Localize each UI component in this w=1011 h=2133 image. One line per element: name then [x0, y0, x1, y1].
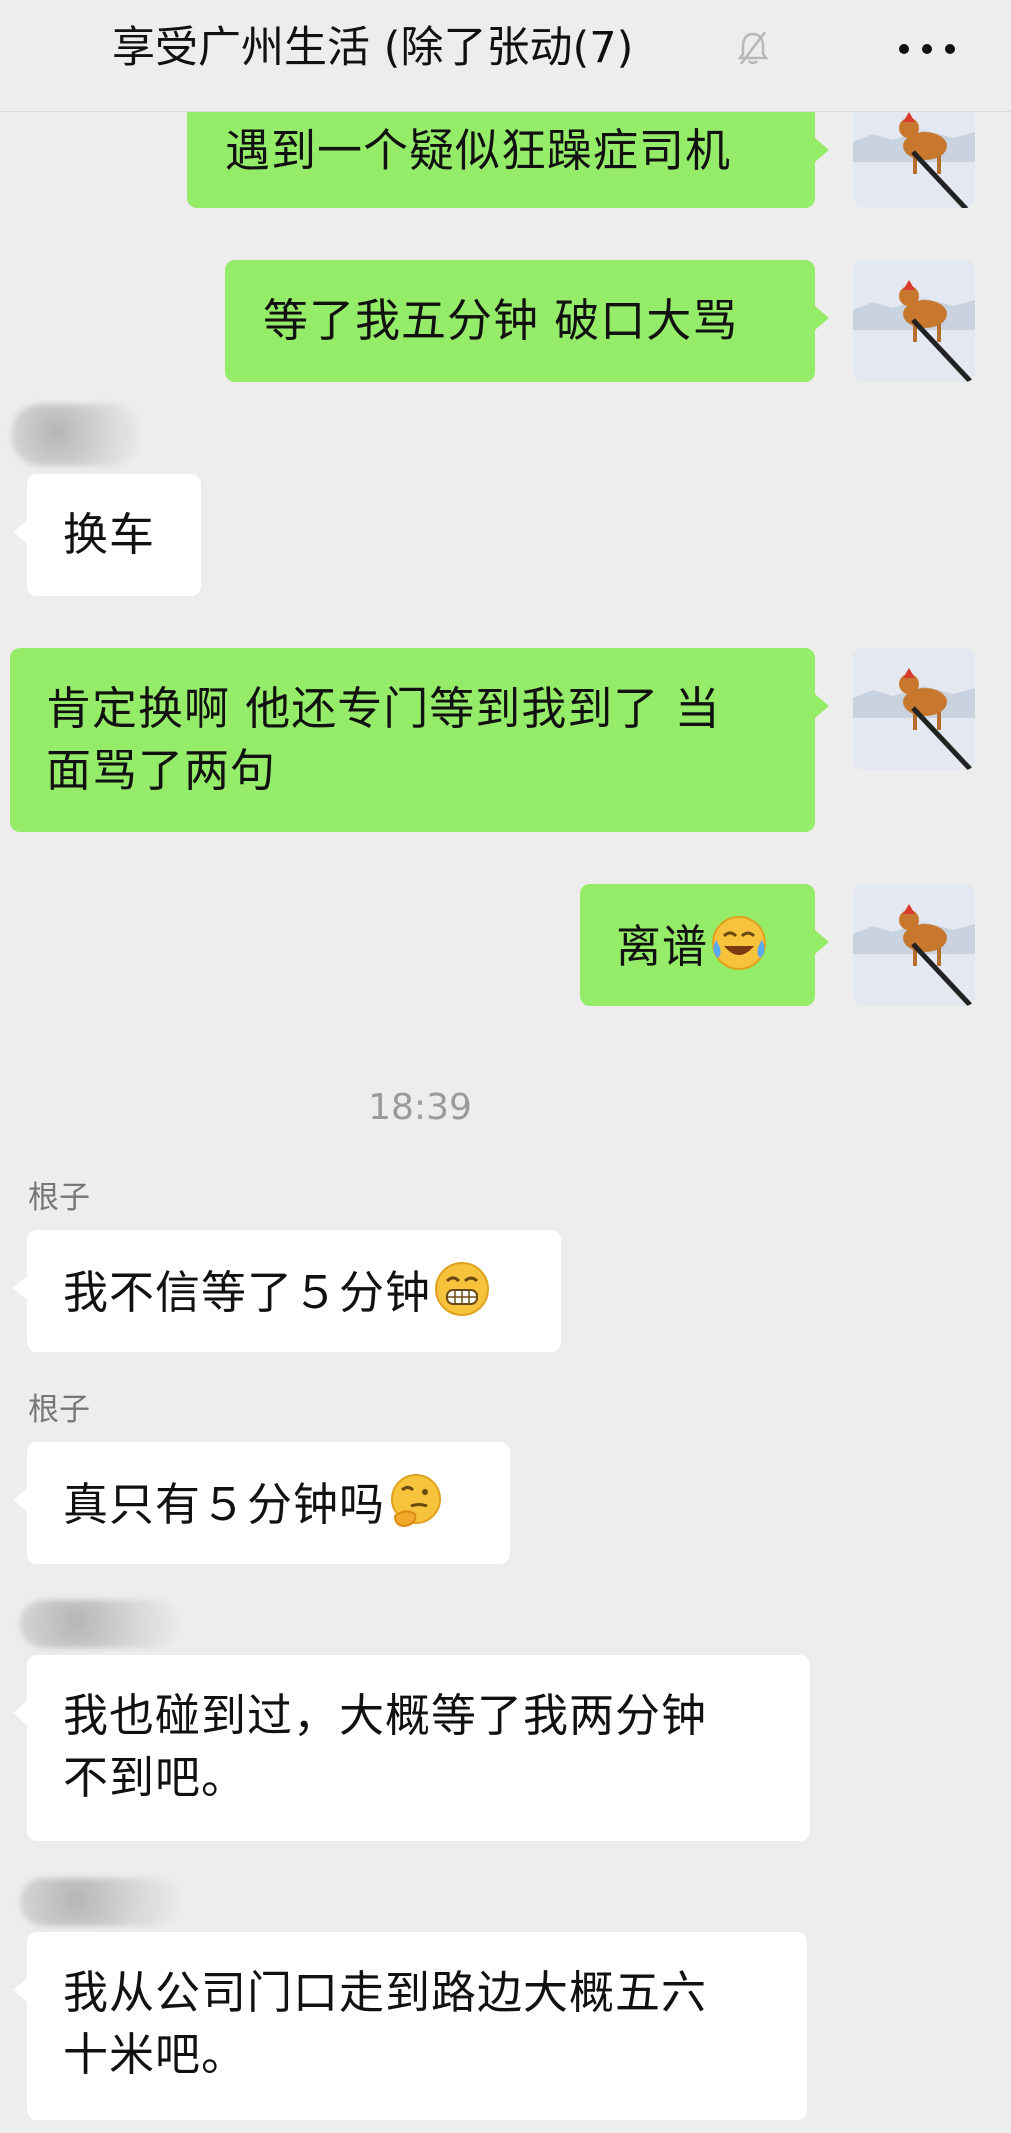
message-bubble-outgoing[interactable]: 肯定换啊 他还专门等到我到了 当 面骂了两句 [10, 648, 829, 832]
chat-window: 享受广州生活 (除了张动(7) 遇到一个疑似狂躁症司机 等了我五分钟 破口大骂 … [0, 0, 1011, 2133]
message-text: 等了我五分钟 破口大骂 [263, 294, 739, 347]
message-text: 离谱 [616, 914, 815, 978]
message-bubble-incoming[interactable]: 我不信等了５分钟 [13, 1230, 561, 1352]
message-text: 肯定换啊 他还专门等到我到了 当 面骂了两句 [46, 682, 721, 797]
grinning-emoji [435, 1262, 490, 1316]
message-text: 我不信等了５分钟 [63, 1260, 561, 1324]
message-bubble-incoming[interactable]: 真只有５分钟吗 [13, 1442, 510, 1564]
sender-name: 根子 [28, 1180, 90, 1216]
self-avatar[interactable] [853, 884, 975, 1006]
message-text: 我从公司门口走到路边大概五六 十米吧。 [63, 1966, 708, 2081]
more-options-button[interactable] [893, 22, 965, 74]
message-text: 我也碰到过，大概等了我两分钟 不到吧。 [63, 1689, 708, 1804]
sender-name-blurred [20, 1878, 180, 1926]
message-timestamp: 18:39 [368, 1087, 472, 1128]
message-text-content: 离谱 [616, 920, 709, 973]
message-bubble-outgoing[interactable]: 等了我五分钟 破口大骂 [225, 260, 829, 382]
message-text-content: 我不信等了５分钟 [63, 1266, 432, 1319]
chat-title: 享受广州生活 (除了张动(7) [112, 23, 634, 73]
message-bubble-incoming[interactable]: 我从公司门口走到路边大概五六 十米吧。 [13, 1932, 807, 2120]
chat-header: 享受广州生活 (除了张动(7) [0, 0, 1011, 112]
message-text-content: 真只有５分钟吗 [63, 1478, 386, 1531]
sender-name-blurred [12, 404, 140, 466]
crying-laughing-emoji [712, 916, 767, 970]
bell-slash-icon [733, 28, 773, 68]
message-text: 换车 [63, 508, 156, 561]
message-text: 真只有５分钟吗 [63, 1472, 510, 1536]
self-avatar[interactable] [853, 260, 975, 382]
thinking-emoji [391, 1474, 442, 1528]
message-bubble-outgoing[interactable]: 离谱 [580, 884, 829, 1006]
message-text: 遇到一个疑似狂躁症司机 [225, 124, 732, 177]
message-bubble-incoming[interactable]: 换车 [13, 474, 201, 596]
sender-name-blurred [20, 1600, 180, 1648]
sender-name: 根子 [28, 1392, 90, 1428]
message-bubble-incoming[interactable]: 我也碰到过，大概等了我两分钟 不到吧。 [13, 1655, 810, 1841]
self-avatar[interactable] [853, 648, 975, 770]
more-dots-icon [899, 44, 909, 54]
